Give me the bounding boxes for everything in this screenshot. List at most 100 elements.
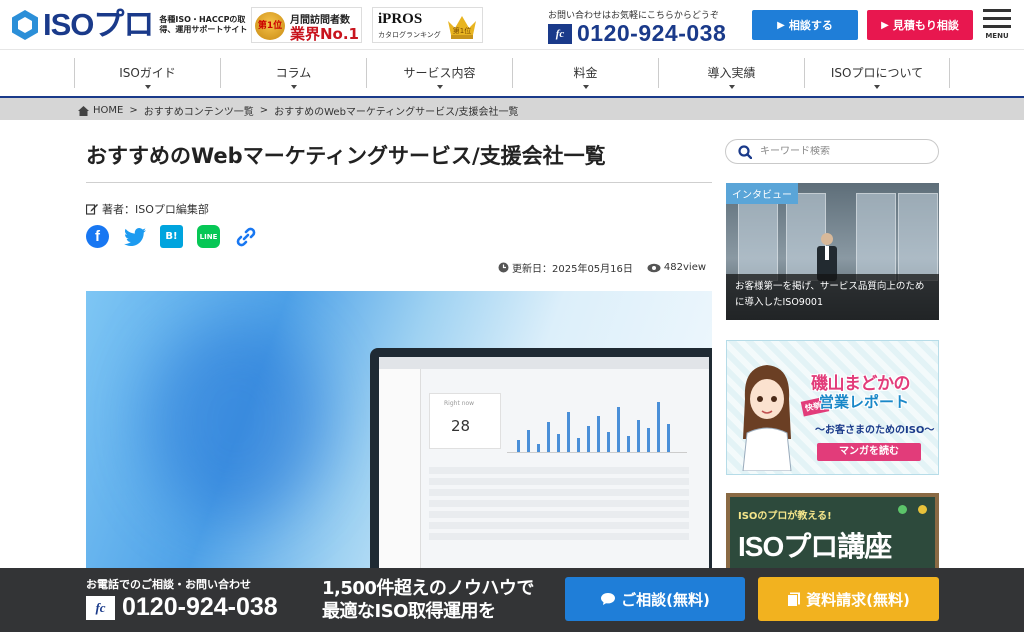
hero-background-blur — [146, 321, 326, 521]
screen-row — [429, 467, 689, 474]
breadcrumb-level1[interactable]: おすすめコンテンツ一覧 — [144, 103, 254, 118]
breadcrumb-separator: > — [129, 105, 138, 116]
breadcrumb: HOME > おすすめコンテンツ一覧 > おすすめのWebマーケティングサービス… — [78, 103, 519, 118]
free-consult-label: ご相談(無料) — [621, 590, 710, 609]
share-buttons: f B! LINE — [86, 225, 271, 248]
search-input[interactable] — [760, 146, 920, 157]
interview-tag: インタビュー — [726, 183, 798, 204]
manga-character — [742, 365, 792, 471]
window-pane — [738, 193, 778, 281]
screen-bar — [607, 432, 610, 452]
menu-label: MENU — [985, 32, 1009, 40]
menu-button[interactable]: MENU — [980, 9, 1014, 43]
bottom-cta-bar: お電話でのご相談・お問い合わせ fc 0120-924-038 1,500件超え… — [0, 568, 1024, 632]
screen-row — [429, 489, 689, 496]
ipros-rank-badge: iPROS カタログランキング 第1位 — [372, 7, 483, 43]
screen-bar — [567, 412, 570, 452]
caret-down-icon — [436, 85, 443, 89]
home-icon — [78, 105, 89, 116]
cta-phone-note: お電話でのご相談・お問い合わせ — [86, 578, 251, 591]
crown-icon: 第1位 — [448, 16, 476, 39]
screen-bar — [577, 438, 580, 452]
line-share-icon[interactable]: LINE — [197, 225, 220, 248]
freecall-icon: fc — [548, 23, 572, 44]
ipros-rank: 第1位 — [453, 26, 471, 35]
nav-label: 導入実績 — [707, 66, 756, 80]
arrow-icon: ▶ — [881, 19, 889, 31]
course-banner[interactable]: ISOのプロが教える! ISOプロ講座 — [726, 493, 939, 573]
caret-down-icon — [582, 85, 589, 89]
caret-down-icon — [874, 85, 880, 89]
search-icon[interactable] — [738, 144, 752, 159]
screen-sidebar — [379, 369, 421, 568]
interview-caption: お客様第一を掲げ、サービス品質向上のために導入したISO9001 — [726, 274, 939, 320]
nav-item-pricing[interactable]: 料金 — [512, 58, 658, 89]
speech-bubble-icon — [601, 593, 616, 605]
screen-bar — [557, 434, 560, 452]
screen-bar — [637, 420, 640, 452]
rank-medal-icon: 第1位 — [255, 12, 285, 40]
nav-item-iso-guide[interactable]: ISOガイド — [74, 58, 220, 89]
chat-icon: ▶ — [777, 19, 785, 31]
cta-phone-number[interactable]: 0120-924-038 — [122, 593, 278, 622]
caret-down-icon — [144, 85, 151, 89]
cta-message: 1,500件超えのノウハウで 最適なISO取得運用を — [322, 577, 534, 623]
screen-bar — [597, 416, 600, 452]
consult-button[interactable]: ▶ 相談する — [752, 10, 858, 40]
logo-hex-icon — [12, 10, 38, 40]
caret-down-icon — [728, 85, 735, 89]
interview-banner[interactable]: インタビュー お客様第一を掲げ、サービス品質向上のために導入したISO9001 — [726, 183, 939, 320]
estimate-button[interactable]: ▶ 見積もり相談 — [867, 10, 973, 40]
window-pane — [856, 193, 896, 281]
breadcrumb-home[interactable]: HOME — [93, 105, 123, 116]
view-count: 482view — [663, 262, 707, 273]
analytics-screen: Right now 28 — [379, 357, 709, 568]
request-materials-button[interactable]: 資料請求(無料) — [758, 577, 939, 621]
hamburger-icon — [983, 9, 1011, 12]
screen-row — [429, 478, 689, 485]
badge-line2: 業界No.1 — [290, 25, 359, 43]
manga-banner[interactable]: 磯山まどかの 快挙! 営業レポート 〜お客さまのためのISO〜 マンガを読む — [726, 340, 939, 475]
nav-item-services[interactable]: サービス内容 — [366, 58, 512, 89]
free-consult-button[interactable]: ご相談(無料) — [565, 577, 745, 621]
author-name: 著者：ISOプロ編集部 — [102, 203, 209, 216]
nav-item-column[interactable]: コラム — [220, 58, 366, 89]
twitter-share-icon[interactable] — [123, 225, 146, 248]
screen-bar-chart — [507, 397, 687, 453]
nav-label: ISOガイド — [119, 66, 176, 80]
course-lead: ISOのプロが教える! — [738, 511, 832, 522]
nav-label: 料金 — [573, 66, 598, 80]
hatena-bookmark-icon[interactable]: B! — [160, 225, 183, 248]
updated-date: 更新日：2025年05月16日 — [512, 264, 633, 275]
screen-table — [429, 467, 689, 567]
nav-item-about[interactable]: ISOプロについて — [804, 58, 950, 89]
site-logo[interactable]: ISOプロ 各種ISO・HACCPの取得、運用サポートサイト — [10, 8, 259, 42]
screen-bar — [587, 426, 590, 452]
hamburger-bar — [983, 25, 1011, 28]
ipros-brand: iPROS — [378, 11, 423, 27]
cta-message-line1: 1,500件超えのノウハウで — [322, 578, 534, 599]
ipros-sub: カタログランキング — [378, 31, 441, 39]
breadcrumb-bar: HOME > おすすめコンテンツ一覧 > おすすめのWebマーケティングサービス… — [0, 96, 1024, 120]
search-box — [725, 139, 939, 164]
nav-label: ISOプロについて — [830, 66, 924, 80]
nav-item-case-studies[interactable]: 導入実績 — [658, 58, 804, 89]
request-materials-label: 資料請求(無料) — [806, 590, 910, 609]
document-icon — [787, 592, 801, 607]
header-phone-number[interactable]: 0120-924-038 — [577, 20, 726, 47]
copy-link-icon[interactable] — [234, 225, 257, 248]
page-title: おすすめのWebマーケティングサービス/支援会社一覧 — [86, 144, 606, 168]
read-manga-button[interactable]: マンガを読む — [817, 443, 921, 461]
hero-image: Right now 28 — [86, 291, 712, 568]
cta-phone[interactable]: fc 0120-924-038 — [86, 593, 278, 622]
cta-message-line2: 最適なISO取得運用を — [322, 601, 496, 622]
nav-list: ISOガイド コラム サービス内容 料金 導入実績 ISOプロについて — [74, 58, 950, 89]
screen-row — [429, 522, 689, 529]
screen-bar — [617, 407, 620, 452]
eye-icon — [647, 263, 661, 272]
screen-bar — [667, 424, 670, 452]
header-phone[interactable]: fc 0120-924-038 — [548, 20, 726, 47]
course-title: ISOプロ講座 — [738, 531, 892, 562]
facebook-share-icon[interactable]: f — [86, 225, 109, 248]
article-meta: 更新日：2025年05月16日 482view — [498, 260, 706, 275]
